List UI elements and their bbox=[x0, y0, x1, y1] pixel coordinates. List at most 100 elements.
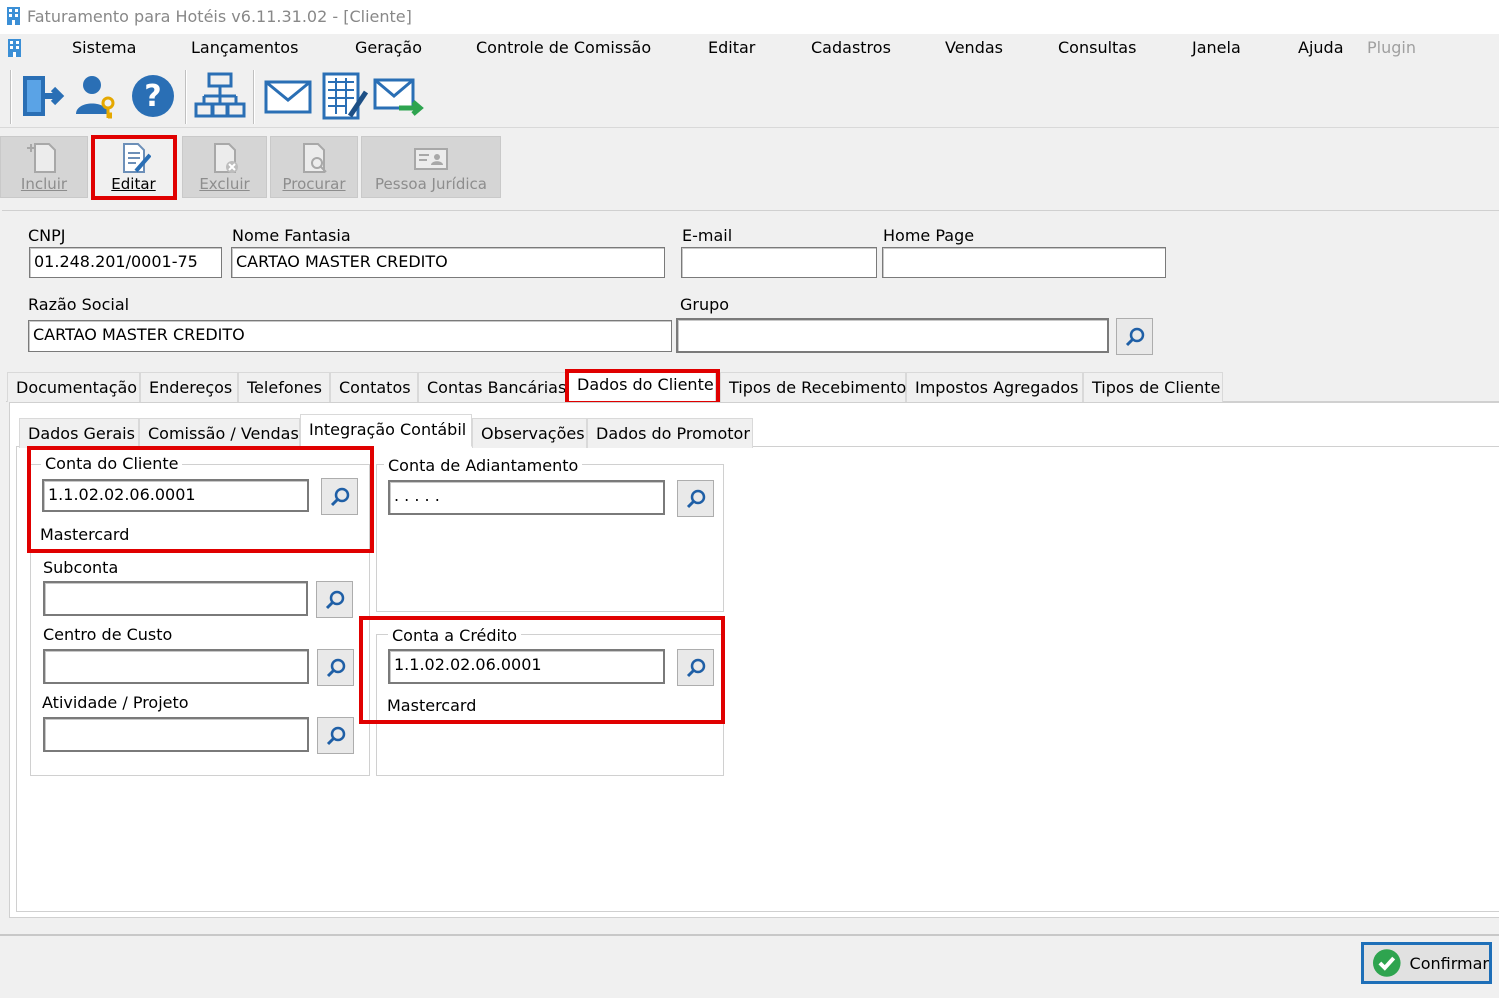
id-card-icon bbox=[414, 148, 448, 170]
menu-controle-comissao[interactable]: Controle de Comissão bbox=[476, 38, 651, 57]
app-menu-icon[interactable] bbox=[6, 38, 23, 58]
grupo-search-button[interactable] bbox=[1116, 318, 1153, 355]
document-edit-icon bbox=[122, 143, 151, 173]
incluir-button[interactable]: Incluir bbox=[0, 136, 88, 198]
conta-cliente-search-button[interactable] bbox=[321, 478, 358, 515]
tab-dados-do-cliente[interactable]: Dados do Cliente bbox=[568, 369, 716, 403]
menu-consultas[interactable]: Consultas bbox=[1058, 38, 1136, 57]
network-icon[interactable] bbox=[194, 70, 246, 122]
conta-adiantamento-title: Conta de Adiantamento bbox=[384, 456, 583, 475]
menu-sistema[interactable]: Sistema bbox=[72, 38, 136, 57]
email-field[interactable] bbox=[681, 247, 877, 278]
conta-credito-title: Conta a Crédito bbox=[388, 626, 522, 645]
menu-bar: Sistema Lançamentos Geração Controle de … bbox=[0, 34, 1499, 64]
toolbar-separator bbox=[253, 70, 255, 124]
subtab-comissao-vendas[interactable]: Comissão / Vendas bbox=[139, 418, 300, 448]
excluir-button[interactable]: Excluir bbox=[182, 136, 267, 198]
invoice-edit-icon[interactable] bbox=[318, 70, 370, 122]
cnpj-field[interactable]: 01.248.201/0001-75 bbox=[29, 247, 222, 278]
confirmar-label: Confirmar bbox=[1409, 953, 1489, 973]
atividade-field[interactable] bbox=[43, 717, 309, 752]
subtab-dados-gerais[interactable]: Dados Gerais bbox=[19, 418, 139, 448]
menu-plugin[interactable]: Plugin bbox=[1367, 38, 1416, 57]
subtab-dados-do-promotor[interactable]: Dados do Promotor bbox=[587, 418, 753, 448]
editar-button[interactable]: Editar bbox=[91, 136, 176, 198]
tab-contatos[interactable]: Contatos bbox=[330, 372, 418, 402]
confirmar-button[interactable]: Confirmar bbox=[1361, 942, 1492, 984]
centro-custo-label: Centro de Custo bbox=[43, 625, 173, 644]
menu-lancamentos[interactable]: Lançamentos bbox=[191, 38, 298, 57]
conta-adiantamento-field[interactable]: . . . . . bbox=[388, 480, 665, 515]
document-add-icon bbox=[27, 143, 56, 173]
search-icon bbox=[686, 489, 705, 508]
mail-send-icon[interactable] bbox=[373, 70, 425, 122]
menu-vendas[interactable]: Vendas bbox=[945, 38, 1003, 57]
exit-icon[interactable] bbox=[15, 70, 67, 122]
check-icon bbox=[1372, 949, 1401, 977]
menu-janela[interactable]: Janela bbox=[1192, 38, 1241, 57]
window-title: Faturamento para Hotéis v6.11.31.02 - [C… bbox=[27, 7, 412, 26]
mail-icon[interactable] bbox=[262, 70, 314, 122]
search-icon bbox=[330, 487, 349, 506]
toolbar-grip bbox=[10, 70, 12, 124]
atividade-label: Atividade / Projeto bbox=[42, 693, 189, 712]
grupo-label: Grupo bbox=[680, 295, 730, 314]
conta-adiantamento-search-button[interactable] bbox=[677, 480, 714, 517]
pessoa-juridica-label: Pessoa Jurídica bbox=[375, 175, 487, 193]
user-key-icon[interactable] bbox=[70, 70, 122, 122]
tab-impostos-agregados[interactable]: Impostos Agregados bbox=[906, 372, 1083, 402]
menu-geracao[interactable]: Geração bbox=[355, 38, 422, 57]
email-label: E-mail bbox=[682, 226, 733, 245]
pessoa-juridica-button[interactable]: Pessoa Jurídica bbox=[361, 136, 501, 198]
conta-cliente-field[interactable]: 1.1.02.02.06.0001 bbox=[42, 479, 309, 512]
document-delete-icon bbox=[213, 143, 238, 173]
tab-documentacao[interactable]: Documentação bbox=[7, 372, 140, 402]
conta-credito-search-button[interactable] bbox=[677, 649, 714, 686]
toolbar: ? bbox=[0, 64, 1499, 128]
razao-social-label: Razão Social bbox=[28, 295, 130, 314]
title-bar: Faturamento para Hotéis v6.11.31.02 - [C… bbox=[0, 0, 1499, 34]
subtab-observacoes[interactable]: Observações bbox=[472, 418, 587, 448]
procurar-label: Procurar bbox=[282, 175, 346, 193]
nome-fantasia-field[interactable]: CARTAO MASTER CREDITO bbox=[231, 247, 665, 278]
help-icon[interactable]: ? bbox=[127, 70, 179, 122]
excluir-label: Excluir bbox=[199, 175, 250, 193]
editar-label: Editar bbox=[111, 175, 156, 193]
app-building-icon bbox=[7, 7, 20, 25]
tab-contas-bancarias[interactable]: Contas Bancárias bbox=[418, 372, 566, 402]
document-search-icon bbox=[303, 143, 327, 173]
conta-credito-description: Mastercard bbox=[387, 696, 477, 715]
tab-enderecos[interactable]: Endereços bbox=[140, 372, 238, 402]
tab-tipos-de-recebimento[interactable]: Tipos de Recebimento bbox=[720, 372, 906, 402]
subconta-search-button[interactable] bbox=[316, 581, 353, 618]
toolbar-separator bbox=[185, 70, 187, 124]
tab-telefones[interactable]: Telefones bbox=[238, 372, 330, 402]
subconta-label: Subconta bbox=[43, 558, 119, 577]
grupo-field[interactable] bbox=[676, 318, 1109, 353]
subtab-integracao-contabil[interactable]: Integração Contábil bbox=[300, 414, 472, 447]
search-icon bbox=[1125, 327, 1144, 346]
incluir-label: Incluir bbox=[20, 175, 68, 193]
atividade-search-button[interactable] bbox=[317, 717, 354, 754]
centro-custo-field[interactable] bbox=[43, 649, 309, 684]
search-icon bbox=[326, 726, 345, 745]
razao-social-field[interactable]: CARTAO MASTER CREDITO bbox=[28, 320, 672, 352]
nome-fantasia-label: Nome Fantasia bbox=[232, 226, 351, 245]
conta-cliente-description: Mastercard bbox=[40, 525, 130, 544]
procurar-button[interactable]: Procurar bbox=[270, 136, 358, 198]
conta-credito-field[interactable]: 1.1.02.02.06.0001 bbox=[388, 649, 665, 684]
search-icon bbox=[686, 658, 705, 677]
search-icon bbox=[326, 658, 345, 677]
home-page-field[interactable] bbox=[882, 247, 1166, 278]
cnpj-label: CNPJ bbox=[28, 226, 66, 245]
menu-ajuda[interactable]: Ajuda bbox=[1298, 38, 1344, 57]
menu-editar[interactable]: Editar bbox=[708, 38, 755, 57]
home-page-label: Home Page bbox=[883, 226, 975, 245]
conta-cliente-title: Conta do Cliente bbox=[41, 454, 183, 473]
footer-bar bbox=[0, 934, 1499, 998]
subconta-field[interactable] bbox=[43, 581, 308, 616]
menu-cadastros[interactable]: Cadastros bbox=[811, 38, 891, 57]
centro-custo-search-button[interactable] bbox=[317, 649, 354, 686]
tab-tipos-de-cliente[interactable]: Tipos de Cliente bbox=[1083, 372, 1223, 402]
search-icon bbox=[325, 590, 344, 609]
